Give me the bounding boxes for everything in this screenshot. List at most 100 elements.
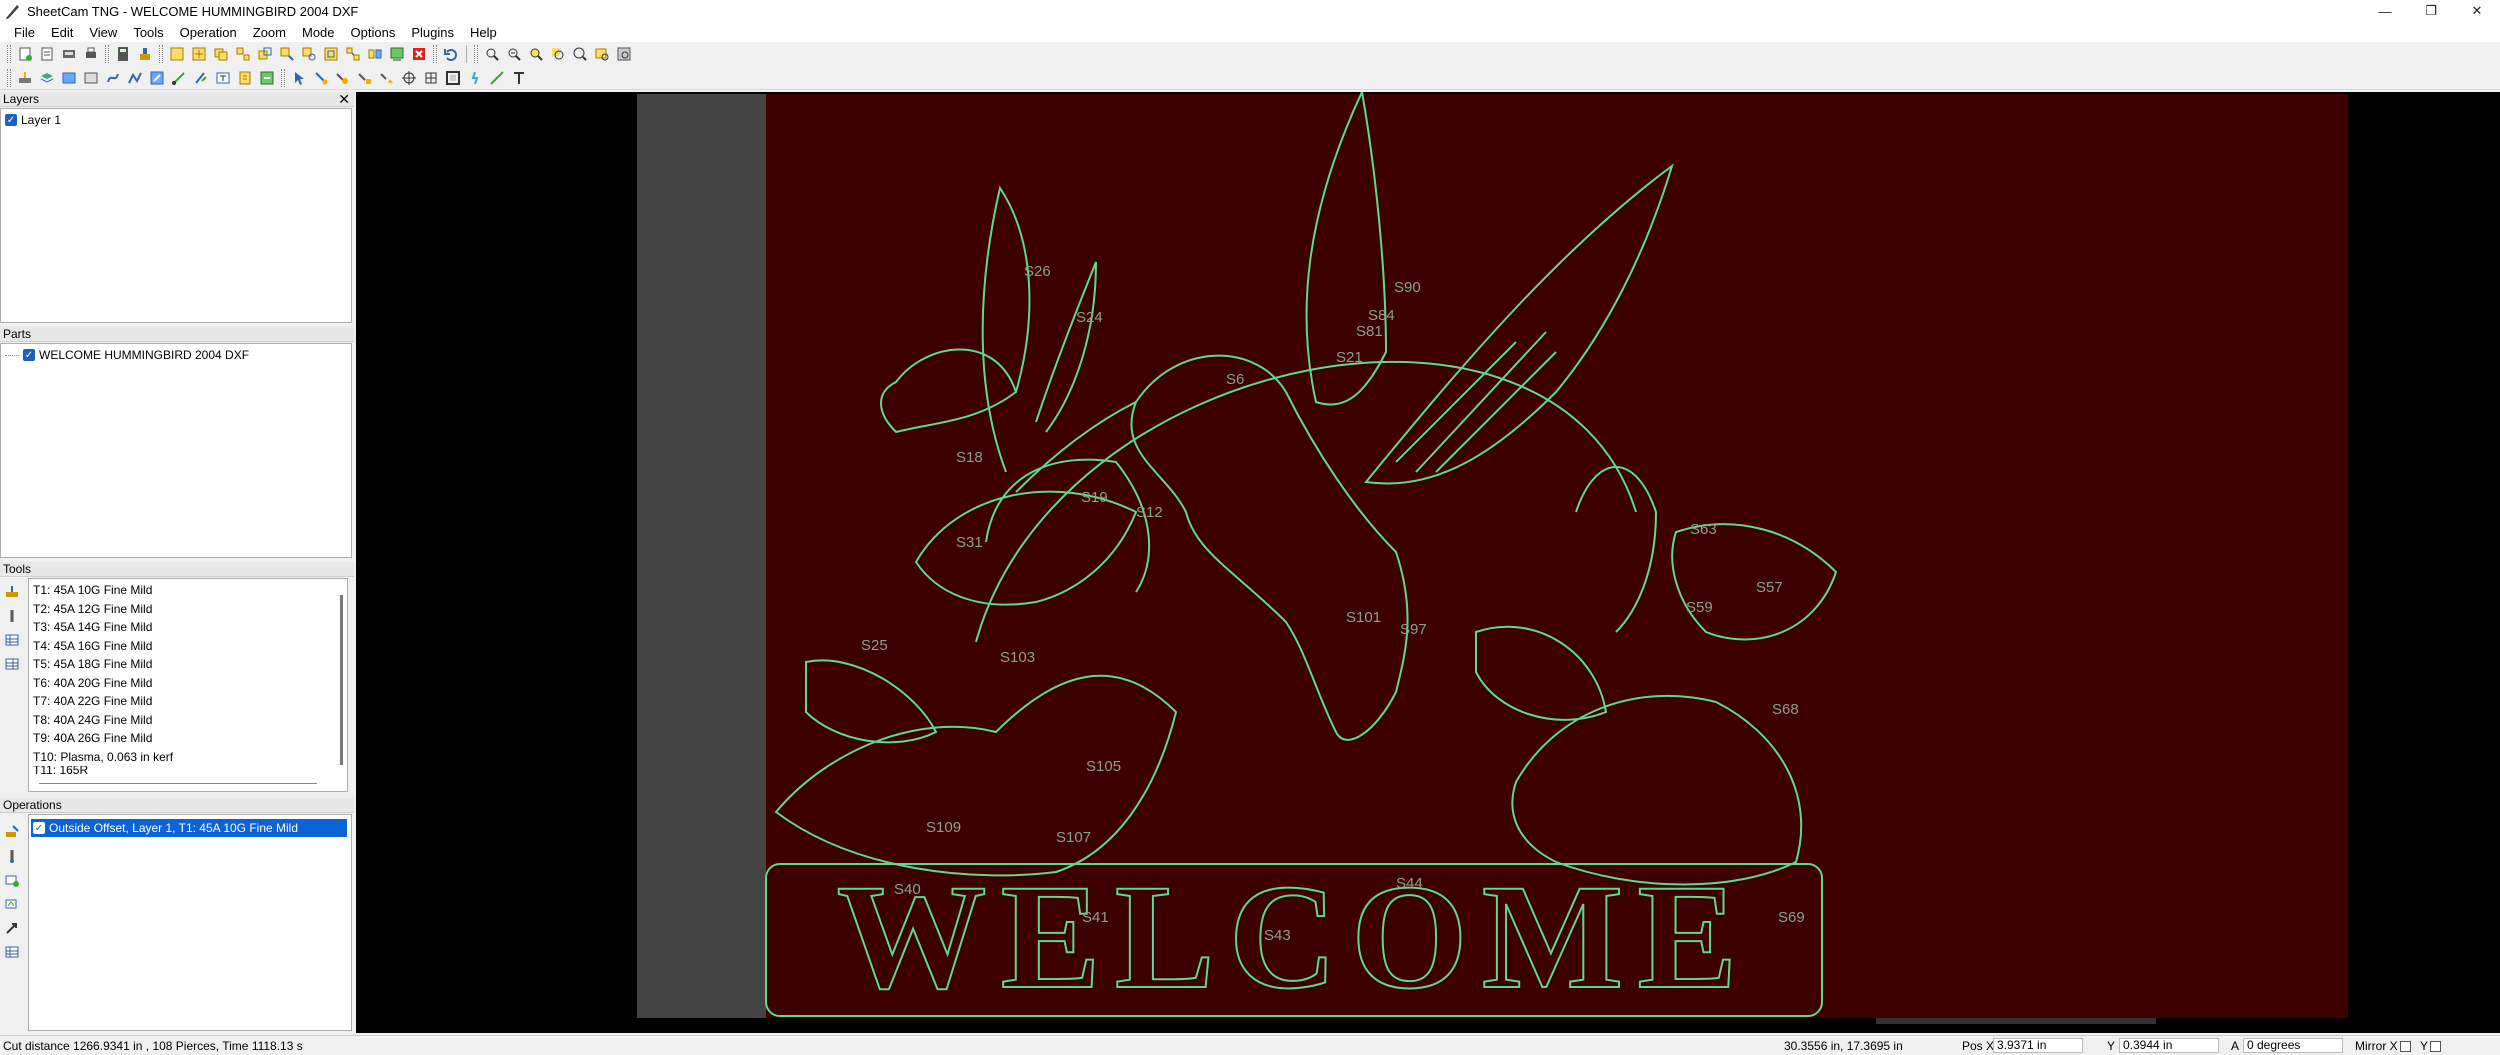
machine-icon[interactable] <box>134 43 156 65</box>
undo-icon[interactable] <box>440 43 462 65</box>
zoom-sheet-icon[interactable] <box>591 43 613 65</box>
engrave-operation-icon[interactable] <box>2 894 22 914</box>
tool-table-icon[interactable] <box>2 630 22 650</box>
toolbar-grip[interactable] <box>159 45 163 63</box>
restore-button[interactable]: ❐ <box>2408 0 2454 22</box>
tool-item[interactable]: T9: 40A 26G Fine Mild <box>29 729 347 748</box>
tool-item[interactable]: T4: 45A 16G Fine Mild <box>29 637 347 656</box>
print-icon[interactable] <box>80 43 102 65</box>
toolbar-grip[interactable] <box>7 68 11 87</box>
operation-item-selected[interactable]: ✓ Outside Offset, Layer 1, T1: 45A 10G F… <box>31 819 347 837</box>
menu-zoom[interactable]: Zoom <box>245 25 294 40</box>
pos-y-field[interactable]: 0.3944 in <box>2119 1038 2219 1053</box>
sheet-icon[interactable] <box>58 67 80 89</box>
part-item[interactable]: ✓ WELCOME HUMMINGBIRD 2004 DXF <box>5 346 347 364</box>
layer-visibility-checkbox[interactable]: ✓ <box>5 114 17 126</box>
menu-edit[interactable]: Edit <box>43 25 81 40</box>
ungroup-icon[interactable] <box>232 43 254 65</box>
edit-code-icon[interactable] <box>256 67 278 89</box>
delete-part-icon[interactable] <box>408 43 430 65</box>
toolbar-grip[interactable] <box>474 45 478 63</box>
tool-item[interactable]: T10: Plasma, 0.063 in kerf <box>29 748 347 767</box>
part-copy-icon[interactable] <box>254 43 276 65</box>
zoom-in-icon[interactable] <box>481 43 503 65</box>
mirror-y-checkbox[interactable] <box>2430 1041 2442 1053</box>
pen-icon[interactable] <box>190 67 212 89</box>
part-scale-icon[interactable] <box>320 43 342 65</box>
path-icon[interactable] <box>124 67 146 89</box>
toolbar-grip[interactable] <box>105 45 109 63</box>
zoom-window-icon[interactable] <box>525 43 547 65</box>
stock-icon[interactable] <box>80 67 102 89</box>
zoom-extents-icon[interactable] <box>569 43 591 65</box>
group-icon[interactable] <box>210 43 232 65</box>
angle-field[interactable]: 0 degrees <box>2243 1038 2343 1053</box>
cut-order-icon[interactable] <box>376 67 398 89</box>
open-job-icon[interactable] <box>36 43 58 65</box>
toolbar-grip[interactable] <box>281 68 285 87</box>
layers-icon[interactable] <box>36 67 58 89</box>
drawing-canvas[interactable]: WELCOME S26 S24 S6 S90 S84 S81 S21 S18 S… <box>356 92 2500 1033</box>
mirror-x-checkbox[interactable] <box>2399 1041 2411 1053</box>
tool-item[interactable]: T2: 45A 12G Fine Mild <box>29 600 347 619</box>
jet-cutting-icon[interactable] <box>14 67 36 89</box>
simulate-icon[interactable] <box>146 67 168 89</box>
part-align-icon[interactable] <box>386 43 408 65</box>
tool-item[interactable]: T5: 45A 18G Fine Mild <box>29 655 347 674</box>
move-operation-icon[interactable] <box>2 918 22 938</box>
text-box-icon[interactable] <box>212 67 234 89</box>
origin-icon[interactable] <box>420 67 442 89</box>
operation-table-icon[interactable] <box>2 942 22 962</box>
canvas-horizontal-scrollbar[interactable] <box>1876 1018 2156 1024</box>
tool-item[interactable]: T8: 40A 24G Fine Mild <box>29 711 347 730</box>
drill-icon[interactable] <box>168 67 190 89</box>
plasma-icon[interactable] <box>464 67 486 89</box>
zoom-previous-icon[interactable] <box>613 43 635 65</box>
lead-in-icon[interactable] <box>332 67 354 89</box>
tool-list-icon[interactable] <box>2 654 22 674</box>
outline-operation-icon[interactable] <box>2 822 22 842</box>
calculator-icon[interactable] <box>112 43 134 65</box>
menu-operation[interactable]: Operation <box>172 25 245 40</box>
menu-tools[interactable]: Tools <box>125 25 171 40</box>
canvas-svg[interactable]: WELCOME S26 S24 S6 S90 S84 S81 S21 S18 S… <box>356 92 2500 1033</box>
tool-item[interactable]: T1: 45A 10G Fine Mild <box>29 581 347 600</box>
tool-item[interactable]: T3: 45A 14G Fine Mild <box>29 618 347 637</box>
save-job-icon[interactable] <box>58 43 80 65</box>
target-icon[interactable] <box>398 67 420 89</box>
text-tool-icon[interactable] <box>508 67 530 89</box>
post-processor-icon[interactable] <box>102 67 124 89</box>
zoom-parts-icon[interactable] <box>547 43 569 65</box>
part-array-icon[interactable] <box>342 43 364 65</box>
tool-item[interactable]: T6: 40A 20G Fine Mild <box>29 674 347 693</box>
minimize-button[interactable]: — <box>2362 0 2408 22</box>
new-job-icon[interactable] <box>14 43 36 65</box>
close-button[interactable]: ✕ <box>2454 0 2500 22</box>
select-all-icon[interactable] <box>166 43 188 65</box>
select-pointer-icon[interactable] <box>288 67 310 89</box>
part-move-icon[interactable] <box>276 43 298 65</box>
pocket-operation-icon[interactable] <box>2 870 22 890</box>
layer-item[interactable]: ✓ Layer 1 <box>5 111 347 129</box>
nest-icon[interactable] <box>188 43 210 65</box>
zoom-out-icon[interactable] <box>503 43 525 65</box>
operation-enabled-checkbox[interactable]: ✓ <box>33 822 45 834</box>
menu-mode[interactable]: Mode <box>294 25 343 40</box>
mirror-x-toggle[interactable]: Mirror X <box>2355 1039 2411 1053</box>
edit-tool-icon[interactable] <box>2 606 22 626</box>
tools-horizontal-scrollbar[interactable] <box>39 783 317 789</box>
toolbar-grip[interactable] <box>433 45 437 63</box>
menu-file[interactable]: File <box>6 25 43 40</box>
menu-view[interactable]: View <box>81 25 125 40</box>
tool-item[interactable]: T11: 165R <box>29 766 347 774</box>
tab-icon[interactable] <box>354 67 376 89</box>
menu-help[interactable]: Help <box>462 25 505 40</box>
add-tool-icon[interactable] <box>2 582 22 602</box>
tools-vertical-scrollbar[interactable] <box>340 595 343 765</box>
toolbar-grip[interactable] <box>7 45 11 63</box>
panel-close-icon[interactable]: ✕ <box>338 92 350 106</box>
pos-x-field[interactable]: 3.9371 in <box>1993 1038 2083 1053</box>
menu-plugins[interactable]: Plugins <box>403 25 462 40</box>
measure-icon[interactable] <box>486 67 508 89</box>
mirror-y-toggle[interactable]: Y <box>2420 1039 2442 1053</box>
